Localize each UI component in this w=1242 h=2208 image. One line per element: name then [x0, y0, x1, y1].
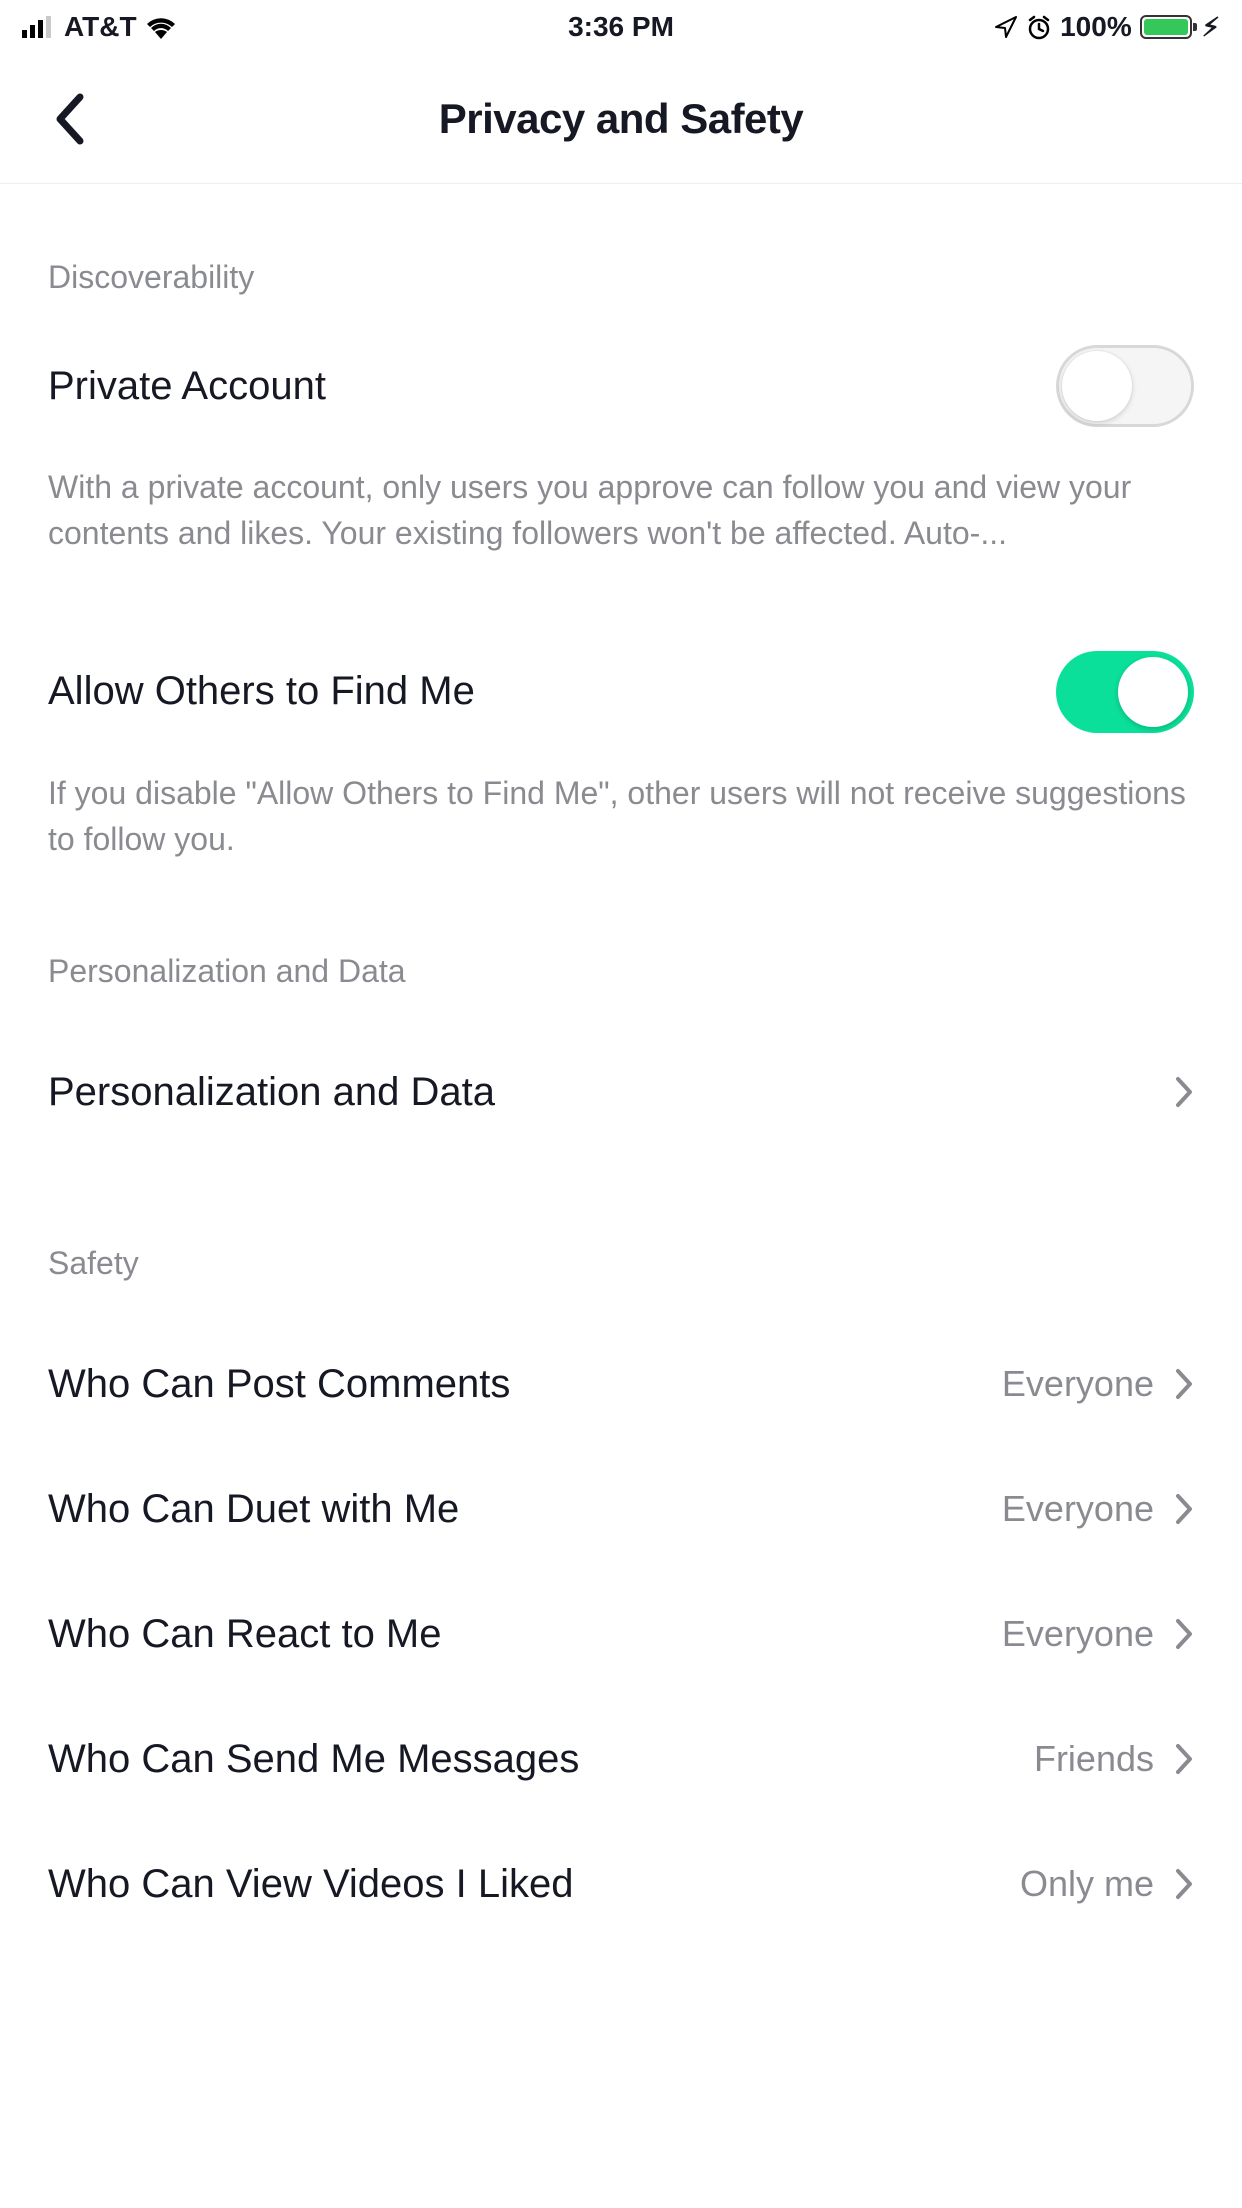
- back-button[interactable]: [40, 89, 100, 149]
- status-right: 100% ⚡︎: [994, 11, 1220, 43]
- row-allow-find: Allow Others to Find Me: [48, 642, 1194, 742]
- alarm-icon: [1026, 14, 1052, 40]
- who-can-duet-value: Everyone: [1002, 1488, 1154, 1530]
- battery-icon: [1140, 15, 1192, 39]
- row-who-can-view-liked[interactable]: Who Can View Videos I Liked Only me: [48, 1822, 1194, 1947]
- cell-signal-icon: [22, 16, 56, 38]
- who-can-duet-label: Who Can Duet with Me: [48, 1487, 459, 1532]
- location-icon: [994, 15, 1018, 39]
- status-time: 3:36 PM: [568, 11, 674, 43]
- who-can-message-value: Friends: [1034, 1738, 1154, 1780]
- chevron-right-icon: [1174, 1367, 1194, 1401]
- status-left: AT&T: [22, 11, 177, 43]
- row-who-can-duet[interactable]: Who Can Duet with Me Everyone: [48, 1447, 1194, 1572]
- private-account-label: Private Account: [48, 364, 326, 409]
- charging-icon: ⚡︎: [1202, 12, 1220, 43]
- row-who-can-post-comments[interactable]: Who Can Post Comments Everyone: [48, 1322, 1194, 1447]
- wifi-icon: [145, 15, 177, 39]
- nav-header: Privacy and Safety: [0, 54, 1242, 184]
- allow-find-label: Allow Others to Find Me: [48, 669, 475, 714]
- battery-percent: 100%: [1060, 11, 1132, 43]
- who-can-message-label: Who Can Send Me Messages: [48, 1737, 579, 1782]
- allow-find-toggle[interactable]: [1056, 651, 1194, 733]
- chevron-right-icon: [1174, 1492, 1194, 1526]
- personalization-label: Personalization and Data: [48, 1070, 495, 1115]
- who-can-react-label: Who Can React to Me: [48, 1612, 442, 1657]
- private-account-toggle[interactable]: [1056, 345, 1194, 427]
- who-can-post-comments-value: Everyone: [1002, 1363, 1154, 1405]
- allow-find-description: If you disable "Allow Others to Find Me"…: [48, 770, 1194, 863]
- chevron-left-icon: [52, 91, 88, 147]
- status-bar: AT&T 3:36 PM 100% ⚡︎: [0, 0, 1242, 54]
- chevron-right-icon: [1174, 1867, 1194, 1901]
- row-who-can-react[interactable]: Who Can React to Me Everyone: [48, 1572, 1194, 1697]
- page-title: Privacy and Safety: [0, 95, 1242, 143]
- chevron-right-icon: [1174, 1617, 1194, 1651]
- section-header-discoverability: Discoverability: [48, 259, 1194, 296]
- who-can-view-liked-value: Only me: [1020, 1863, 1154, 1905]
- chevron-right-icon: [1174, 1742, 1194, 1776]
- who-can-react-value: Everyone: [1002, 1613, 1154, 1655]
- private-account-description: With a private account, only users you a…: [48, 464, 1194, 557]
- carrier-label: AT&T: [64, 11, 137, 43]
- row-private-account: Private Account: [48, 336, 1194, 436]
- row-personalization[interactable]: Personalization and Data: [48, 1030, 1194, 1155]
- who-can-view-liked-label: Who Can View Videos I Liked: [48, 1862, 574, 1907]
- section-header-safety: Safety: [48, 1245, 1194, 1282]
- chevron-right-icon: [1174, 1075, 1194, 1109]
- row-who-can-message[interactable]: Who Can Send Me Messages Friends: [48, 1697, 1194, 1822]
- who-can-post-comments-label: Who Can Post Comments: [48, 1362, 510, 1407]
- section-header-personalization: Personalization and Data: [48, 953, 1194, 990]
